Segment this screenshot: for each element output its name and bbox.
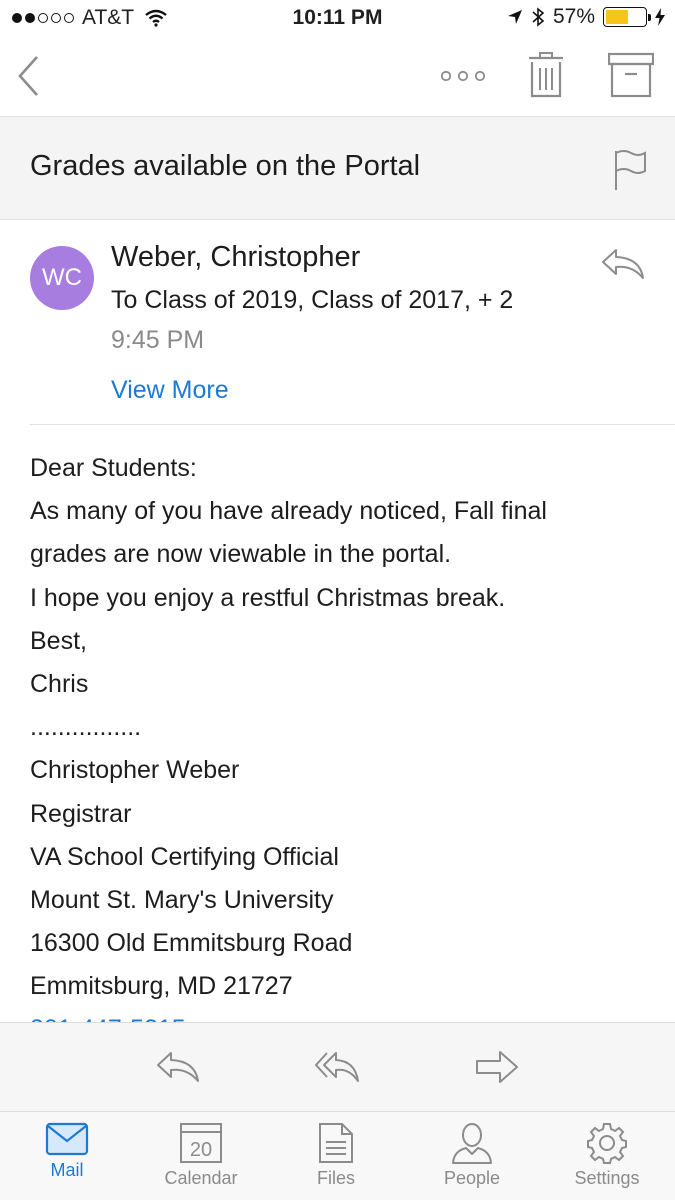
charging-bolt-icon xyxy=(655,8,665,26)
more-icon[interactable] xyxy=(440,68,486,84)
back-chevron-icon[interactable] xyxy=(14,54,44,98)
calendar-icon: 20 xyxy=(180,1123,222,1163)
tab-label: Mail xyxy=(50,1160,84,1180)
subject-bar: Grades available on the Portal xyxy=(0,116,675,220)
body-line: 16300 Old Emmitsburg Road xyxy=(30,929,353,958)
sent-time: 9:45 PM xyxy=(111,326,205,354)
battery-icon xyxy=(603,7,651,27)
tab-files[interactable]: Files xyxy=(281,1122,391,1198)
reply-all-icon[interactable] xyxy=(314,1047,360,1087)
people-icon xyxy=(452,1123,492,1164)
status-right: 57% xyxy=(507,5,665,29)
tab-label: Calendar xyxy=(164,1168,238,1188)
tab-mail[interactable]: Mail xyxy=(12,1122,122,1198)
body-line: Mount St. Mary's University xyxy=(30,885,334,914)
reply-icon[interactable] xyxy=(600,244,646,284)
sender-name[interactable]: Weber, Christopher xyxy=(111,241,360,274)
settings-icon xyxy=(587,1123,627,1164)
sender-area: WC Weber, Christopher To Class of 2019, … xyxy=(0,220,675,425)
trash-icon[interactable] xyxy=(528,52,564,98)
recipients[interactable]: To Class of 2019, Class of 2017, + 2 xyxy=(111,286,513,315)
tab-label: Files xyxy=(316,1168,355,1188)
action-bar xyxy=(0,1022,675,1112)
location-arrow-icon xyxy=(507,10,522,24)
calendar-date: 20 xyxy=(190,1139,212,1161)
tab-people[interactable]: People xyxy=(417,1122,527,1198)
body-line: Registrar xyxy=(30,799,132,828)
phone-link[interactable]: 301-447-5215 xyxy=(30,1008,660,1022)
body-line: Dear Students: xyxy=(30,454,197,482)
flag-icon[interactable] xyxy=(612,149,648,191)
battery-level xyxy=(606,10,628,24)
tab-calendar[interactable]: 20 Calendar xyxy=(146,1122,256,1198)
avatar[interactable]: WC xyxy=(30,246,94,310)
forward-icon[interactable] xyxy=(474,1047,520,1087)
body-line: I hope you enjoy a restful Christmas bre… xyxy=(30,583,506,612)
tab-label: Settings xyxy=(574,1168,640,1188)
email-subject: Grades available on the Portal xyxy=(30,150,421,182)
mail-icon xyxy=(45,1122,89,1156)
body-line: As many of you have already noticed, Fal… xyxy=(30,497,547,526)
divider xyxy=(30,424,675,425)
body-line: grades are now viewable in the portal. xyxy=(30,540,452,569)
tab-label: People xyxy=(443,1168,501,1188)
status-bar: AT&T 10:11 PM 57% xyxy=(0,0,675,38)
body-line: Christopher Weber xyxy=(30,756,240,785)
body-line: Emmitsburg, MD 21727 xyxy=(30,972,293,1001)
view-more-link[interactable]: View More xyxy=(111,376,229,405)
reply-icon[interactable] xyxy=(155,1047,201,1087)
body-line: Chris xyxy=(30,669,89,698)
email-body: Dear Students: As many of you have alread… xyxy=(30,447,660,1022)
body-line: VA School Certifying Official xyxy=(30,842,339,871)
body-line: ................ xyxy=(30,713,142,742)
files-icon xyxy=(319,1123,353,1163)
archive-icon[interactable] xyxy=(608,52,654,98)
battery-percent: 57% xyxy=(552,5,595,28)
body-line: Best, xyxy=(30,626,87,655)
bluetooth-icon xyxy=(532,7,545,27)
tab-bar: Mail 20 Calendar Files People Settings xyxy=(0,1112,675,1200)
nav-bar xyxy=(0,38,675,116)
tab-settings[interactable]: Settings xyxy=(552,1122,662,1198)
